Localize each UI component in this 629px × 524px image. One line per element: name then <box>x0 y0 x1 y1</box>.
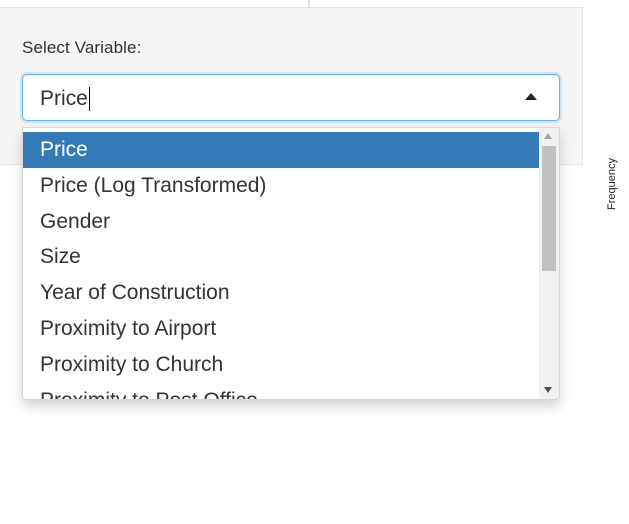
option-proximity-to-church[interactable]: Proximity to Church <box>23 347 539 383</box>
option-price[interactable]: Price <box>23 132 539 168</box>
dropdown-scrollbar[interactable] <box>539 128 559 399</box>
selected-value: Price <box>40 87 88 110</box>
option-size[interactable]: Size <box>23 239 539 275</box>
select-variable-label: Select Variable: <box>22 38 142 57</box>
option-proximity-to-airport[interactable]: Proximity to Airport <box>23 311 539 347</box>
caret-up-icon[interactable] <box>525 93 537 100</box>
option-gender[interactable]: Gender <box>23 204 539 240</box>
option-year-of-construction[interactable]: Year of Construction <box>23 275 539 311</box>
triangle-up-icon[interactable] <box>544 133 552 139</box>
triangle-down-icon[interactable] <box>544 387 552 393</box>
option-price-log-transformed[interactable]: Price (Log Transformed) <box>23 168 539 204</box>
page: Frequency Select Variable: Price Price P… <box>0 0 629 524</box>
variable-dropdown: Price Price (Log Transformed) Gender Siz… <box>22 127 560 400</box>
scrollbar-thumb[interactable] <box>542 146 556 271</box>
option-list: Price Price (Log Transformed) Gender Siz… <box>23 132 539 399</box>
option-proximity-to-post-office[interactable]: Proximity to Post Office <box>23 383 539 399</box>
text-cursor <box>89 87 90 111</box>
variable-select[interactable]: Price <box>22 74 560 121</box>
chart-axis-label: Frequency <box>606 158 618 210</box>
